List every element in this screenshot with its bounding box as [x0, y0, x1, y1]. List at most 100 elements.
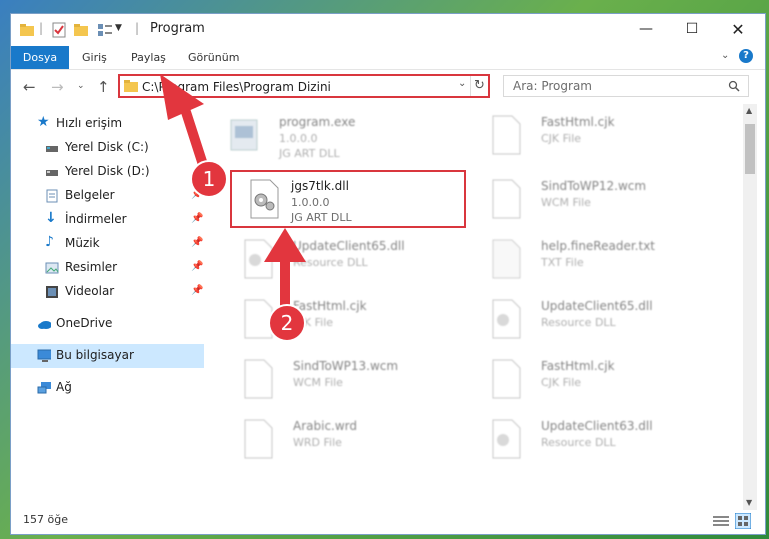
sidebar-item-label: Videolar [65, 284, 115, 298]
file-icon [492, 179, 521, 219]
list-item[interactable]: UpdateClient63.dll Resource DLL [477, 412, 717, 468]
file-type: CJK File [541, 132, 582, 145]
file-name: SindToWP12.wcm [541, 179, 647, 193]
status-bar: 157 öğe [11, 508, 765, 534]
sidebar-item-network[interactable]: Ağ [11, 376, 204, 400]
tab-dosya[interactable]: Dosya [11, 46, 69, 69]
up-arrow-icon[interactable]: ↑ [97, 78, 110, 96]
file-type: JG ART DLL [279, 147, 340, 160]
tab-paylas[interactable]: Paylaş [131, 46, 166, 69]
pictures-icon [45, 262, 59, 274]
list-item[interactable]: SindToWP12.wcm WCM File [477, 172, 717, 228]
step-badge-2: 2 [268, 304, 306, 342]
file-name: help.fineReader.txt [541, 239, 655, 253]
vertical-scrollbar[interactable]: ▲ ▼ [743, 104, 757, 510]
list-item[interactable]: FastHtml.cjk CJK File [477, 108, 717, 164]
file-list: program.exe 1.0.0.0 JG ART DLL jgs7tlk.d… [215, 104, 743, 504]
file-type: Resource DLL [541, 316, 616, 329]
item-count: 157 öğe [23, 513, 68, 526]
sidebar-item-label: Bu bilgisayar [56, 348, 134, 362]
sidebar-item-label: Yerel Disk (C:) [65, 140, 149, 154]
scroll-down-icon[interactable]: ▼ [746, 498, 752, 507]
pin-icon[interactable]: 📌 [191, 213, 203, 224]
sidebar-item-this-pc[interactable]: Bu bilgisayar [11, 344, 204, 368]
recent-locations-icon[interactable]: ⌄ [77, 81, 85, 91]
sidebar-item-disk-d[interactable]: Yerel Disk (D:) [11, 160, 204, 184]
file-name: program.exe [279, 115, 356, 129]
folder-icon [124, 80, 138, 92]
file-icon [492, 115, 521, 155]
videos-icon [46, 286, 58, 298]
view-options-icon[interactable] [97, 22, 113, 38]
drive-icon [46, 170, 58, 176]
sidebar-item-label: Müzik [65, 236, 100, 250]
file-type: WRD File [293, 436, 342, 449]
ribbon-expand-icon[interactable]: ⌄ [721, 50, 729, 61]
file-name: UpdateClient63.dll [541, 419, 653, 433]
drive-icon [46, 146, 58, 152]
search-box[interactable]: Ara: Program [503, 75, 749, 97]
network-icon [37, 382, 51, 394]
sidebar-item-quick-access[interactable]: ★ Hızlı erişim [11, 112, 204, 136]
maximize-button[interactable]: ☐ [669, 14, 715, 44]
sidebar-item-label: Belgeler [65, 188, 115, 202]
list-item[interactable]: program.exe 1.0.0.0 JG ART DLL [215, 108, 455, 164]
tab-gorunum[interactable]: Görünüm [188, 46, 239, 69]
file-type: TXT File [541, 256, 584, 269]
scroll-up-icon[interactable]: ▲ [746, 106, 752, 115]
pin-icon[interactable]: 📌 [191, 261, 203, 272]
properties-icon[interactable] [51, 22, 67, 38]
new-folder-icon[interactable] [73, 22, 89, 38]
minimize-button[interactable]: — [623, 14, 669, 44]
address-bar[interactable]: C:\Program Files\Program Dizini ⌄ ↻ [118, 74, 490, 98]
list-item[interactable]: UpdateClient65.dll Resource DLL [477, 292, 717, 348]
navigation-bar: ← → ⌄ ↑ C:\Program Files\Program Dizini … [11, 70, 765, 103]
file-name: Arabic.wrd [293, 419, 358, 433]
address-path: C:\Program Files\Program Dizini [142, 80, 331, 94]
close-button[interactable]: ✕ [715, 14, 761, 44]
pin-icon[interactable]: 📌 [191, 285, 203, 296]
help-icon[interactable]: ? [739, 49, 753, 63]
list-item[interactable]: help.fineReader.txt TXT File [477, 232, 717, 288]
explorer-window: | ▼ | Program — ☐ ✕ Dosya Giriş Paylaş G… [10, 13, 766, 535]
sidebar-item-onedrive[interactable]: OneDrive [11, 312, 204, 336]
sidebar-item-label: Ağ [56, 380, 72, 394]
back-arrow-icon[interactable]: ← [23, 78, 36, 96]
tab-giris[interactable]: Giriş [82, 46, 107, 69]
list-item[interactable]: SindToWP13.wcm WCM File [229, 352, 469, 408]
music-icon: ♪ [45, 234, 54, 250]
list-item[interactable]: UpdateClient65.dll Resource DLL [229, 232, 469, 288]
refresh-icon[interactable]: ↻ [474, 78, 485, 93]
list-item[interactable]: FastHtml.cjk CJK File [229, 292, 469, 348]
search-icon[interactable] [728, 80, 740, 92]
sidebar-item-videolar[interactable]: Videolar 📌 [11, 280, 204, 304]
sidebar-item-muzik[interactable]: ♪ Müzik 📌 [11, 232, 204, 256]
file-name: UpdateClient65.dll [541, 299, 653, 313]
forward-arrow-icon[interactable]: → [51, 78, 64, 96]
sidebar-item-resimler[interactable]: Resimler 📌 [11, 256, 204, 280]
computer-icon [37, 349, 51, 362]
file-type: WCM File [293, 376, 343, 389]
download-icon: ↓ [45, 210, 57, 226]
address-dropdown-icon[interactable]: ⌄ [458, 78, 466, 89]
documents-icon [46, 189, 58, 203]
step-badge-1: 1 [190, 160, 228, 198]
sidebar-item-disk-c[interactable]: Yerel Disk (C:) [11, 136, 204, 160]
exe-file-icon [230, 119, 258, 151]
dll-file-icon [244, 239, 273, 279]
list-item[interactable]: FastHtml.cjk CJK File [477, 352, 717, 408]
sidebar-item-belgeler[interactable]: Belgeler 📌 [11, 184, 204, 208]
pin-icon[interactable]: 📌 [191, 237, 203, 248]
search-placeholder: Ara: Program [513, 79, 592, 93]
details-view-icon[interactable] [713, 515, 729, 527]
large-icons-view-icon[interactable] [735, 513, 751, 529]
sidebar-item-label: İndirmeler [65, 212, 127, 226]
list-item[interactable]: Arabic.wrd WRD File [229, 412, 469, 468]
highlight-box-file [230, 170, 466, 228]
customize-toolbar-icon[interactable]: ▼ [115, 23, 122, 39]
scrollbar-thumb[interactable] [745, 124, 755, 174]
sidebar-item-label: Hızlı erişim [56, 116, 123, 130]
file-type: CJK File [541, 376, 582, 389]
sidebar-item-indirmeler[interactable]: ↓ İndirmeler 📌 [11, 208, 204, 232]
separator [470, 76, 471, 96]
